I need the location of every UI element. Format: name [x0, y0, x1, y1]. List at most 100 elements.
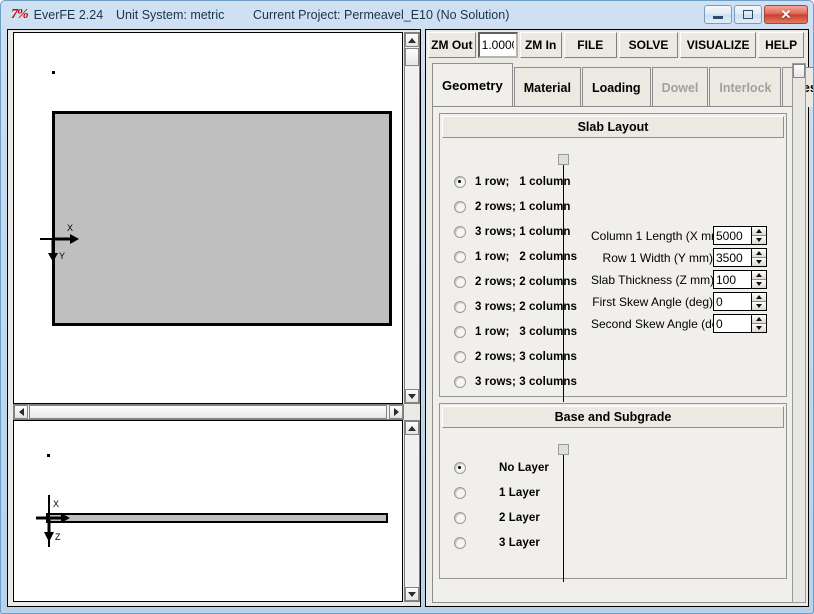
base-subgrade-splitter-handle[interactable]	[558, 444, 569, 455]
svg-text:X: X	[53, 499, 59, 509]
title-bar: 7% EverFE 2.24 Unit System: metric Curre…	[1, 1, 813, 29]
plan-scroll-left-button[interactable]	[14, 405, 28, 419]
slab-layout-option-3rows-2cols[interactable]: 3 rows; 2 columns	[454, 301, 577, 313]
base-option-3-layer[interactable]: 3 Layer	[454, 537, 540, 549]
option-label: 2 rows; 3 columns	[475, 351, 578, 363]
everfe-main-window: 7% EverFE 2.24 Unit System: metric Curre…	[0, 0, 814, 614]
option-label: 2 rows; 2 columns	[475, 276, 578, 288]
slab-layout-option-3rows-1col[interactable]: 3 rows; 1 column	[454, 226, 571, 238]
plan-hscroll-thumb[interactable]	[29, 405, 387, 419]
tab-loading[interactable]: Loading	[581, 67, 651, 107]
caret-down-icon	[756, 260, 762, 264]
control-pane-scroll-thumb[interactable]	[793, 64, 805, 78]
base-option-2-layer[interactable]: 2 Layer	[454, 512, 540, 524]
stepper-up-button[interactable]	[752, 315, 766, 324]
caret-down-icon	[756, 282, 762, 286]
elevation-scroll-down-button[interactable]	[405, 587, 419, 601]
radio-icon	[454, 251, 466, 263]
slab-layout-option-1row-3cols[interactable]: 1 row; 3 columns	[454, 326, 577, 338]
slab-thickness-stepper[interactable]	[751, 270, 767, 289]
app-title: EverFE 2.24	[33, 8, 104, 22]
field-slab-thickness: Slab Thickness (Z mm)	[591, 270, 767, 289]
option-label: 3 rows; 3 columns	[475, 376, 578, 388]
column1-length-input[interactable]	[713, 226, 751, 245]
plan-view-canvas[interactable]: X Y	[13, 32, 403, 404]
stepper-down-button[interactable]	[752, 280, 766, 288]
caret-down-icon	[756, 304, 762, 308]
field-first-skew-angle: First Skew Angle (deg)	[591, 292, 767, 311]
slab-plan-rect	[52, 111, 392, 326]
elevation-scroll-up-button[interactable]	[405, 421, 419, 435]
visualize-button[interactable]: VISUALIZE	[680, 32, 757, 58]
base-option-no-layer[interactable]: No Layer	[454, 462, 549, 474]
plan-vscroll-thumb[interactable]	[405, 48, 419, 66]
stepper-up-button[interactable]	[752, 271, 766, 280]
tab-interlock: Interlock	[709, 67, 782, 107]
slab-layout-option-3rows-3cols[interactable]: 3 rows; 3 columns	[454, 376, 577, 388]
slab-thickness-input[interactable]	[713, 270, 751, 289]
field-column1-length: Column 1 Length (X mm)	[591, 226, 767, 245]
row1-width-stepper[interactable]	[751, 248, 767, 267]
radio-icon	[454, 537, 466, 549]
tab-material[interactable]: Material	[513, 67, 581, 107]
solve-button[interactable]: SOLVE	[618, 32, 679, 58]
geometry-tab-panel: Slab Layout 1 row; 1 column 2 rows; 1 co…	[432, 106, 804, 603]
base-subgrade-group: Base and Subgrade No Layer 1 Layer 2 Lay…	[439, 403, 787, 582]
radio-icon	[454, 301, 466, 313]
radio-icon	[454, 176, 466, 188]
first-skew-angle-input[interactable]	[713, 292, 751, 311]
base-option-1-layer[interactable]: 1 Layer	[454, 487, 540, 499]
control-pane-vscrollbar[interactable]	[792, 63, 806, 603]
elevation-view-canvas[interactable]: X Z	[13, 420, 403, 602]
zoom-out-button[interactable]: ZM Out	[428, 32, 476, 58]
slab-elevation-rect	[46, 513, 388, 523]
minimize-button[interactable]	[704, 5, 732, 24]
slab-layout-body: 1 row; 1 column 2 rows; 1 column 3 rows;…	[440, 140, 786, 402]
plan-view-hscrollbar[interactable]	[13, 404, 404, 420]
stepper-down-button[interactable]	[752, 324, 766, 332]
elevation-axis-gizmo: X Z	[36, 495, 70, 547]
plan-axis-gizmo: X Y	[40, 213, 79, 265]
stepper-down-button[interactable]	[752, 258, 766, 266]
main-toolbar: ZM Out ZM In FILE SOLVE VISUALIZE HELP	[428, 32, 806, 58]
file-button[interactable]: FILE	[563, 32, 617, 58]
slab-layout-option-2rows-3cols[interactable]: 2 rows; 3 columns	[454, 351, 577, 363]
chevron-up-icon	[408, 37, 416, 43]
elevation-view-vscrollbar[interactable]	[404, 420, 420, 602]
caret-up-icon	[756, 295, 762, 299]
slab-layout-splitter-handle[interactable]	[558, 154, 569, 165]
slab-layout-option-2rows-1col[interactable]: 2 rows; 1 column	[454, 201, 571, 213]
stepper-down-button[interactable]	[752, 302, 766, 310]
plan-scroll-down-button[interactable]	[405, 389, 419, 403]
current-project-label: Current Project: Permeavel_E10 (No Solut…	[253, 8, 510, 22]
maximize-button[interactable]	[734, 5, 762, 24]
second-skew-angle-stepper[interactable]	[751, 314, 767, 333]
slab-layout-option-1row-2cols[interactable]: 1 row; 2 columns	[454, 251, 577, 263]
option-label: 1 Layer	[499, 487, 540, 499]
help-button[interactable]: HELP	[758, 32, 804, 58]
plan-origin-dot	[52, 71, 55, 74]
stepper-down-button[interactable]	[752, 236, 766, 244]
slab-layout-option-1row-1col[interactable]: 1 row; 1 column	[454, 176, 571, 188]
plan-view-vscrollbar[interactable]	[404, 32, 420, 404]
tab-dowel: Dowel	[651, 67, 709, 107]
second-skew-angle-input[interactable]	[713, 314, 751, 333]
stepper-up-button[interactable]	[752, 293, 766, 302]
maximize-icon	[743, 10, 753, 19]
stepper-up-button[interactable]	[752, 227, 766, 236]
plan-scroll-right-button[interactable]	[389, 405, 403, 419]
zoom-level-input[interactable]	[477, 32, 518, 58]
field-label: Row 1 Width (Y mm)	[602, 250, 713, 265]
row1-width-input[interactable]	[713, 248, 751, 267]
stepper-up-button[interactable]	[752, 249, 766, 258]
plan-scroll-up-button[interactable]	[405, 33, 419, 47]
caret-up-icon	[756, 251, 762, 255]
slab-layout-title: Slab Layout	[442, 116, 784, 138]
column1-length-stepper[interactable]	[751, 226, 767, 245]
first-skew-angle-stepper[interactable]	[751, 292, 767, 311]
base-subgrade-splitter[interactable]	[563, 444, 564, 582]
tab-geometry[interactable]: Geometry	[432, 63, 513, 107]
close-button[interactable]: ✕	[764, 5, 808, 24]
slab-layout-option-2rows-2cols[interactable]: 2 rows; 2 columns	[454, 276, 577, 288]
zoom-in-button[interactable]: ZM In	[519, 32, 562, 58]
